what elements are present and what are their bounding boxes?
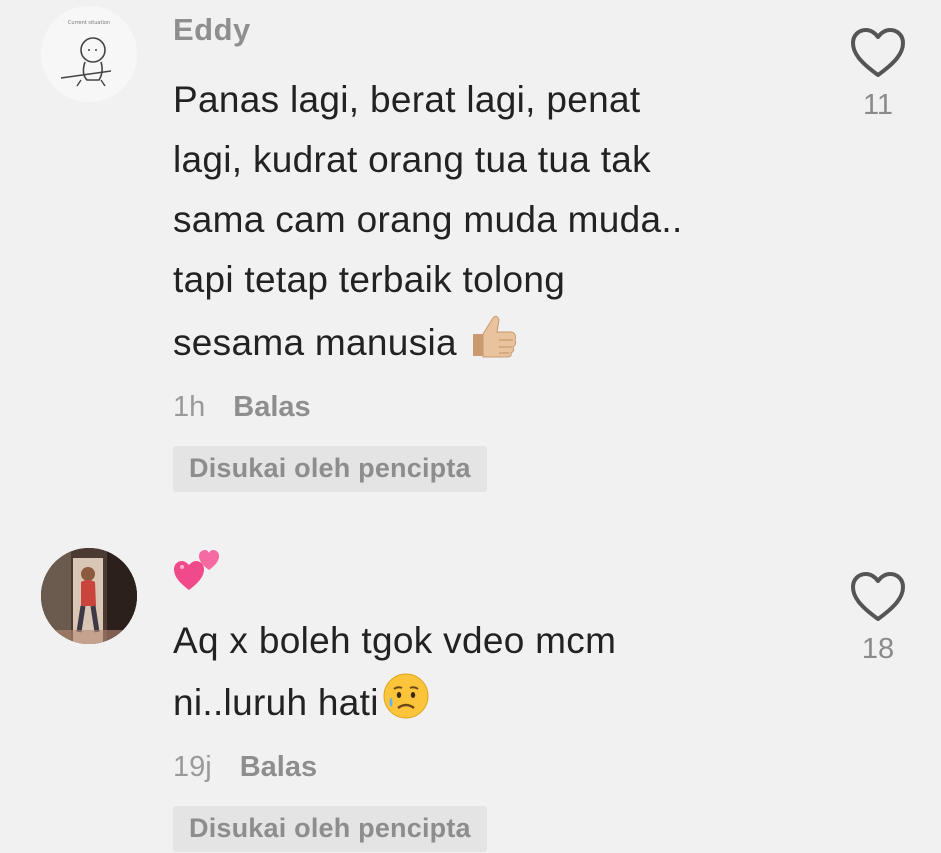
comment-timestamp: 1h [173, 391, 206, 423]
sad-but-relieved-face-icon [381, 671, 431, 739]
like-button[interactable]: 11 [846, 28, 910, 122]
like-button[interactable]: 18 [846, 572, 910, 666]
svg-text:Current situation: Current situation [68, 20, 110, 26]
liked-by-creator-badge: Disukai oleh pencipta [173, 446, 487, 492]
heart-outline-icon[interactable] [850, 28, 906, 80]
heart-outline-icon[interactable] [850, 572, 906, 624]
thumbs-up-icon [467, 310, 519, 380]
avatar[interactable]: Current situation [41, 6, 137, 102]
comment-meta: 19j Balas [173, 751, 317, 784]
comment-text: Panas lagi, berat lagi, penat lagi, kudr… [173, 70, 773, 380]
like-count: 18 [861, 633, 895, 665]
comment-text: Aq x boleh tgok vdeo mcm ni..luruh hati [173, 611, 773, 739]
comment-meta: 1h Balas [173, 391, 311, 424]
comment-timestamp: 19j [173, 751, 212, 783]
comment-item: Current situation Eddy Panas lagi, berat… [0, 0, 941, 520]
reply-button[interactable]: Balas [240, 751, 317, 784]
comment-username[interactable] [173, 546, 223, 604]
like-count: 11 [862, 89, 894, 121]
avatar[interactable] [41, 548, 137, 644]
two-hearts-icon [173, 546, 223, 604]
avatar-sketch-icon: Current situation [41, 6, 137, 102]
comment-username[interactable]: Eddy [173, 12, 251, 48]
reply-button[interactable]: Balas [233, 391, 310, 424]
avatar-photo-icon [41, 548, 137, 644]
comment-item: Aq x boleh tgok vdeo mcm ni..luruh hati … [0, 520, 941, 853]
liked-by-creator-badge: Disukai oleh pencipta [173, 806, 487, 852]
